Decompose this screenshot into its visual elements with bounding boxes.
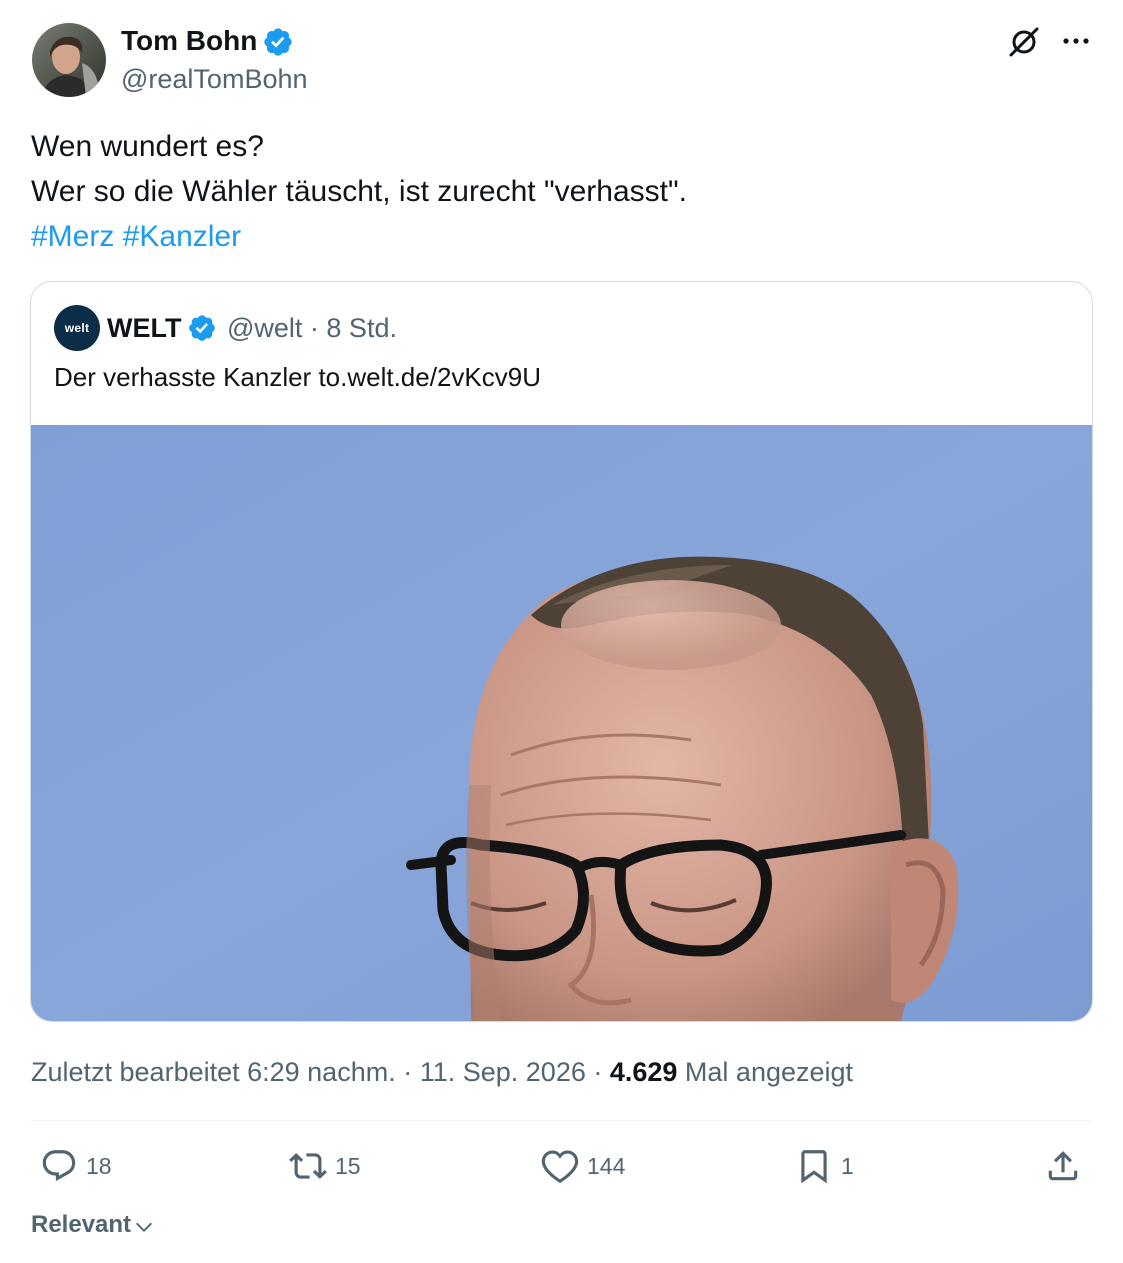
tweet-meta-line: Zuletzt bearbeitet 6:29 nachm. · 11. Sep…	[31, 1053, 853, 1091]
hashtag-kanzler[interactable]: #Kanzler	[123, 220, 241, 253]
tweet-line-1: Wen wundert es?	[31, 130, 264, 163]
edited-timestamp[interactable]: Zuletzt bearbeitet 6:29 nachm. · 11. Sep…	[31, 1057, 610, 1087]
like-count: 144	[587, 1152, 626, 1179]
retweet-count: 15	[335, 1152, 361, 1179]
reply-count: 18	[86, 1152, 112, 1179]
grok-icon[interactable]	[1006, 24, 1042, 60]
more-icon[interactable]	[1058, 26, 1094, 56]
divider	[31, 1120, 1092, 1121]
tweet-hashtags: #Merz #Kanzler	[31, 214, 687, 259]
tweet-line-2: Wer so die Wähler täuscht, ist zurecht "…	[31, 175, 687, 208]
avatar-photo	[32, 23, 106, 97]
views-count: 4.629	[609, 1057, 678, 1087]
retweet-button[interactable]: 15	[289, 1146, 361, 1186]
quote-avatar-welt-logo[interactable]: welt	[54, 305, 100, 351]
share-button[interactable]	[1044, 1146, 1082, 1186]
quote-author-name[interactable]: WELT	[107, 308, 181, 348]
quoted-tweet-card[interactable]: welt WELT @welt · 8 Std. Der verhasste K…	[30, 281, 1093, 1022]
chevron-down-icon	[136, 1222, 153, 1232]
reply-button[interactable]: 18	[40, 1146, 112, 1186]
reply-icon	[42, 1150, 76, 1182]
author-avatar[interactable]	[32, 23, 106, 97]
replies-sort-dropdown[interactable]: Relevant	[31, 1207, 155, 1243]
views-label: Mal angezeigt	[677, 1057, 854, 1087]
quote-media-image[interactable]	[31, 425, 1092, 1021]
quote-handle-time: @welt · 8 Std.	[227, 313, 397, 343]
sort-label: Relevant	[31, 1211, 132, 1238]
bookmark-icon	[801, 1150, 827, 1184]
tweet-text: Wen wundert es? Wer so die Wähler täusch…	[31, 124, 687, 259]
share-icon	[1048, 1151, 1078, 1181]
bookmark-count: 1	[841, 1152, 854, 1179]
quote-text: Der verhasste Kanzler to.welt.de/2vKcv9U	[54, 362, 541, 392]
verified-badge-icon	[189, 315, 215, 341]
retweet-icon	[289, 1153, 327, 1179]
author-name[interactable]: Tom Bohn	[121, 22, 257, 60]
like-icon	[541, 1150, 579, 1184]
hashtag-merz[interactable]: #Merz	[31, 220, 114, 253]
like-button[interactable]: 144	[541, 1146, 625, 1186]
verified-badge-icon	[264, 28, 292, 56]
bookmark-button[interactable]: 1	[795, 1146, 854, 1186]
author-handle[interactable]: @realTomBohn	[121, 62, 308, 96]
